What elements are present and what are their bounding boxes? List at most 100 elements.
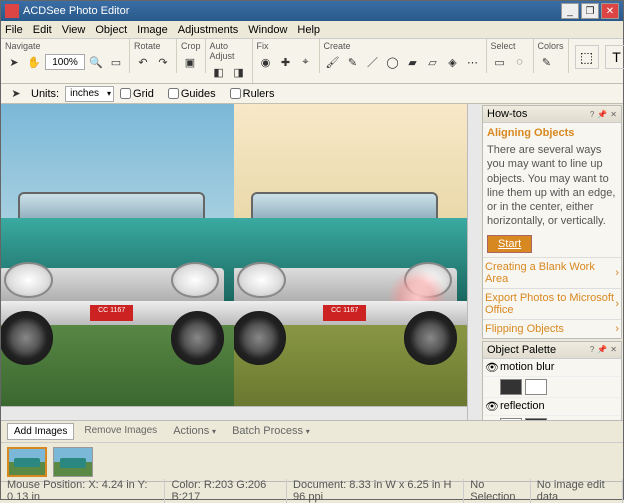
rulers-checkbox[interactable]: Rulers	[230, 88, 275, 100]
object-tool-icon[interactable]: ⬚	[575, 45, 599, 69]
start-button[interactable]: Start	[487, 235, 532, 253]
canvas-area: CC 1167 CC 1167	[1, 104, 467, 420]
pin-icon[interactable]: 📌	[597, 345, 607, 354]
rotate-left-icon[interactable]: ↶	[134, 53, 152, 71]
stamp-icon[interactable]: ◈	[444, 53, 462, 71]
group-create: Create 🖌 ✎ ／ ◯ ▰ ▱ ◈ ⋯	[320, 39, 487, 73]
main-area: CC 1167 CC 1167 How-tos?📌✕ A	[1, 104, 623, 420]
auto-levels-icon[interactable]: ◧	[210, 63, 228, 81]
app-icon	[5, 4, 19, 18]
main-toolbar: Navigate ➤ ✋ 🔍 ▭ Rotate ↶ ↷ Crop ▣ Auto …	[1, 39, 623, 84]
fit-icon[interactable]: ▭	[107, 53, 125, 71]
menu-view[interactable]: View	[62, 24, 86, 36]
shape-icon[interactable]: ◯	[384, 53, 402, 71]
status-color: Color: R:203 G:206 B:217	[165, 479, 287, 503]
actions-tab[interactable]: Actions ▾	[167, 423, 222, 440]
thumbnail[interactable]	[7, 447, 47, 477]
canvas[interactable]: CC 1167 CC 1167	[1, 104, 467, 406]
thumbnail[interactable]	[53, 447, 93, 477]
chevron-down-icon: ▾	[212, 427, 216, 436]
sidebar: How-tos?📌✕ Aligning Objects There are se…	[481, 104, 623, 420]
group-rotate: Rotate ↶ ↷	[130, 39, 177, 73]
window-title: ACDSee Photo Editor	[23, 5, 129, 17]
rotate-right-icon[interactable]: ↷	[154, 53, 172, 71]
marquee-icon[interactable]: ▭	[491, 53, 509, 71]
menubar: File Edit View Object Image Adjustments …	[1, 21, 623, 39]
clone-icon[interactable]: ⌖	[297, 53, 315, 71]
chevron-right-icon: ›	[615, 267, 619, 279]
howto-text: There are several ways you may want to l…	[487, 143, 617, 229]
menu-edit[interactable]: Edit	[33, 24, 52, 36]
brush-icon[interactable]: 🖌	[324, 53, 342, 71]
line-icon[interactable]: ／	[364, 53, 382, 71]
menu-object[interactable]: Object	[95, 24, 127, 36]
minimize-button[interactable]: _	[561, 3, 579, 19]
image-basket: Add Images Remove Images Actions ▾ Batch…	[1, 420, 623, 481]
guides-checkbox[interactable]: Guides	[168, 88, 216, 100]
zoom-icon[interactable]: 🔍	[87, 53, 105, 71]
status-document: Document: 8.33 in W x 6.25 in H 96 ppi	[287, 479, 464, 503]
status-editdata: No image edit data	[531, 479, 623, 503]
layer-row[interactable]: 👁motion blur	[483, 359, 621, 377]
help-icon[interactable]: ?	[590, 345, 594, 354]
after-view: CC 1167	[234, 104, 467, 406]
close-button[interactable]: ✕	[601, 3, 619, 19]
layer-row[interactable]: 👁reflection	[483, 398, 621, 416]
zoom-input[interactable]	[45, 54, 85, 70]
crop-icon[interactable]: ▣	[181, 53, 199, 71]
close-icon[interactable]: ✕	[610, 110, 617, 119]
maximize-button[interactable]: ❐	[581, 3, 599, 19]
misc-icon[interactable]: ⋯	[464, 53, 482, 71]
howto-topic: Aligning Objects	[487, 127, 617, 139]
group-navigate: Navigate ➤ ✋ 🔍 ▭	[1, 39, 130, 73]
menu-file[interactable]: File	[5, 24, 23, 36]
group-crop: Crop ▣	[177, 39, 206, 73]
batch-process-tab[interactable]: Batch Process ▾	[226, 423, 316, 440]
titlebar: ACDSee Photo Editor _ ❐ ✕	[1, 1, 623, 21]
eraser-icon[interactable]: ▱	[424, 53, 442, 71]
heal-icon[interactable]: ✚	[277, 53, 295, 71]
hand-icon[interactable]: ✋	[25, 53, 43, 71]
grid-checkbox[interactable]: Grid	[120, 88, 154, 100]
cursor-icon[interactable]: ➤	[7, 85, 25, 103]
chevron-down-icon: ▾	[306, 427, 310, 436]
help-icon[interactable]: ?	[590, 110, 594, 119]
eye-icon[interactable]: 👁	[485, 361, 497, 374]
remove-images-tab[interactable]: Remove Images	[78, 423, 163, 440]
auto-color-icon[interactable]: ◨	[230, 63, 248, 81]
pencil-icon[interactable]: ✎	[344, 53, 362, 71]
group-colors: Colors ✎	[534, 39, 569, 73]
howtos-panel: How-tos?📌✕ Aligning Objects There are se…	[482, 105, 622, 339]
close-icon[interactable]: ✕	[610, 345, 617, 354]
group-fix: Fix ◉ ✚ ⌖	[253, 39, 320, 73]
v-scrollbar[interactable]	[467, 104, 481, 420]
eye-icon[interactable]: 👁	[485, 400, 497, 413]
eyedropper-icon[interactable]: ✎	[538, 53, 556, 71]
object-palette-title: Object Palette	[487, 344, 556, 356]
layer-thumbs	[483, 377, 621, 398]
status-mouse: Mouse Position: X: 4.24 in Y: 0.13 in	[1, 479, 165, 503]
fill-icon[interactable]: ▰	[404, 53, 422, 71]
howto-link-1[interactable]: Export Photos to Microsoft Office›	[483, 288, 621, 319]
menu-image[interactable]: Image	[137, 24, 168, 36]
menu-help[interactable]: Help	[297, 24, 320, 36]
howto-link-0[interactable]: Creating a Blank Work Area›	[483, 257, 621, 288]
statusbar: Mouse Position: X: 4.24 in Y: 0.13 in Co…	[1, 481, 623, 499]
object-palette-panel: Object Palette?📌✕ 👁motion blur 👁reflecti…	[482, 341, 622, 420]
text-tool-icon[interactable]: T	[605, 45, 624, 69]
pointer-icon[interactable]: ➤	[5, 53, 23, 71]
howto-link-2[interactable]: Flipping Objects›	[483, 319, 621, 338]
menu-window[interactable]: Window	[248, 24, 287, 36]
pin-icon[interactable]: 📌	[597, 110, 607, 119]
menu-adjustments[interactable]: Adjustments	[178, 24, 239, 36]
ruler-options-bar: ➤ Units: inches Grid Guides Rulers	[1, 84, 623, 104]
howtos-title: How-tos	[487, 108, 527, 120]
lasso-icon[interactable]: ◌	[511, 53, 529, 71]
redeye-icon[interactable]: ◉	[257, 53, 275, 71]
chevron-right-icon: ›	[615, 298, 619, 310]
add-images-tab[interactable]: Add Images	[7, 423, 74, 440]
group-autoadjust: Auto Adjust ◧ ◨	[206, 39, 253, 83]
group-select: Select ▭ ◌	[487, 39, 534, 73]
h-scrollbar[interactable]	[1, 406, 467, 420]
units-dropdown[interactable]: inches	[65, 86, 114, 102]
